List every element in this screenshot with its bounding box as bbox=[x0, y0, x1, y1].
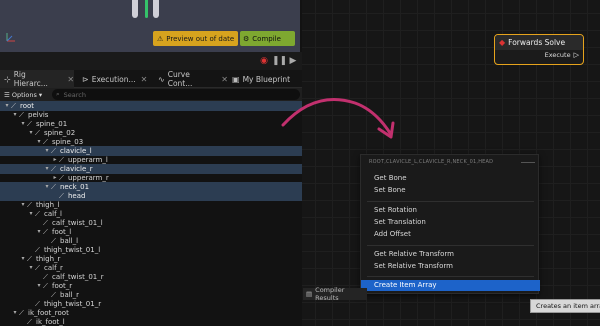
close-icon[interactable]: ✕ bbox=[67, 75, 74, 84]
event-icon: ◆ bbox=[499, 38, 506, 47]
curve-icon: ∿ bbox=[158, 74, 165, 84]
header-divider bbox=[521, 162, 535, 163]
search-box: ⌕ bbox=[52, 89, 300, 100]
menu-item-set-relative-transform[interactable]: Set Relative Transform bbox=[361, 261, 540, 272]
playback-controls: ◉ ❚❚ ▶ bbox=[0, 52, 302, 70]
tab-compiler-results[interactable]: ▤ Compiler Results bbox=[303, 286, 367, 302]
tab-execution[interactable]: ⊳ Execution... ✕ bbox=[78, 70, 152, 88]
tab-label: My Blueprint bbox=[242, 74, 291, 84]
record-icon[interactable]: ◉ bbox=[258, 55, 270, 67]
execute-pin[interactable]: Execute ▷ bbox=[545, 51, 579, 59]
blueprint-icon: ▣ bbox=[232, 74, 240, 84]
forwards-solve-node[interactable]: ◆ Forwards Solve Execute ▷ bbox=[494, 34, 584, 65]
search-icon: ⌕ bbox=[56, 90, 60, 98]
chevron-down-icon: ▾ bbox=[38, 90, 43, 99]
search-input[interactable] bbox=[63, 90, 264, 99]
menu-item-create-item-array[interactable]: Create Item Array bbox=[361, 280, 540, 291]
compile-button[interactable]: ⚙ Compile bbox=[240, 31, 295, 46]
execution-icon: ⊳ bbox=[82, 74, 89, 84]
panel-tabs: ⊹ Rig Hierarc... ✕ ⊳ Execution... ✕ ∿ Cu… bbox=[0, 70, 302, 88]
tab-label: Execution... bbox=[91, 74, 136, 84]
menu-item-get-bone[interactable]: Get Bone bbox=[361, 173, 540, 184]
preview-out-of-date-button[interactable]: ⚠ Preview out of date bbox=[153, 31, 238, 46]
node-title: Forwards Solve bbox=[508, 38, 566, 47]
gizmo-axis bbox=[145, 0, 148, 18]
context-menu-header: ROOT,CLAVICLE_L,CLAVICLE_R,NECK_01,HEAD bbox=[369, 159, 494, 165]
menu-icon: ☰ bbox=[4, 90, 10, 99]
bone-icon: ⟋ bbox=[27, 318, 32, 326]
options-label: Options bbox=[11, 90, 37, 99]
play-icon[interactable]: ▶ bbox=[287, 55, 299, 67]
rig-hierarchy-tree: ▾ ⟋ root ▾ ⟋ pelvis ▾ ⟋ spine_01 ▾ ⟋ spine_02 ▾ ⟋ spin… bbox=[0, 101, 302, 326]
exec-pin-icon[interactable]: ▷ bbox=[574, 51, 579, 59]
tooltip: Creates an item array bbox=[530, 299, 600, 313]
character-leg bbox=[132, 0, 138, 18]
menu-divider bbox=[367, 245, 534, 246]
tree-row-label: ik_foot_l bbox=[36, 318, 65, 326]
menu-item-set-rotation[interactable]: Set Rotation bbox=[361, 205, 540, 216]
close-icon[interactable]: ✕ bbox=[221, 75, 228, 84]
axis-gizmo-icon bbox=[6, 33, 15, 42]
preview-label: Preview out of date bbox=[166, 34, 235, 43]
tab-curve-container[interactable]: ∿ Curve Cont... ✕ bbox=[154, 70, 228, 88]
compile-label: Compile bbox=[252, 34, 281, 43]
menu-divider bbox=[367, 276, 534, 277]
menu-divider bbox=[367, 201, 534, 202]
menu-item-get-relative-transform[interactable]: Get Relative Transform bbox=[361, 249, 540, 260]
menu-item-set-bone[interactable]: Set Bone bbox=[361, 185, 540, 196]
drag-arrow-annotation bbox=[281, 98, 395, 139]
pause-icon[interactable]: ❚❚ bbox=[272, 55, 287, 67]
hierarchy-icon: ⊹ bbox=[4, 74, 11, 84]
compiler-tab-label: Compiler Results bbox=[315, 286, 345, 302]
context-menu: ROOT,CLAVICLE_L,CLAVICLE_R,NECK_01,HEAD … bbox=[360, 154, 540, 294]
tab-label: Curve Cont... bbox=[167, 70, 193, 88]
viewport[interactable]: ⚠ Preview out of date ⚙ Compile bbox=[0, 0, 300, 52]
close-icon[interactable]: ✕ bbox=[141, 75, 148, 84]
menu-item-set-translation[interactable]: Set Translation bbox=[361, 217, 540, 228]
menu-item-add-offset[interactable]: Add Offset bbox=[361, 229, 540, 240]
control-rig-editor: ⚠ Preview out of date ⚙ Compile ◉ ❚❚ ▶ ⊹… bbox=[0, 0, 600, 326]
tab-label: Rig Hierarc... bbox=[13, 70, 48, 88]
options-dropdown[interactable]: ☰ Options ▾ bbox=[4, 89, 42, 100]
pin-label: Execute bbox=[544, 51, 571, 59]
node-header: ◆ Forwards Solve bbox=[495, 35, 583, 50]
warning-icon: ⚠ bbox=[157, 34, 164, 43]
character-leg bbox=[153, 0, 159, 18]
compile-icon: ⚙ bbox=[243, 34, 250, 43]
compiler-icon: ▤ bbox=[306, 290, 313, 298]
tab-rig-hierarchy[interactable]: ⊹ Rig Hierarc... ✕ bbox=[0, 70, 74, 88]
tree-row[interactable]: ⟋ ik_foot_l bbox=[0, 317, 302, 326]
